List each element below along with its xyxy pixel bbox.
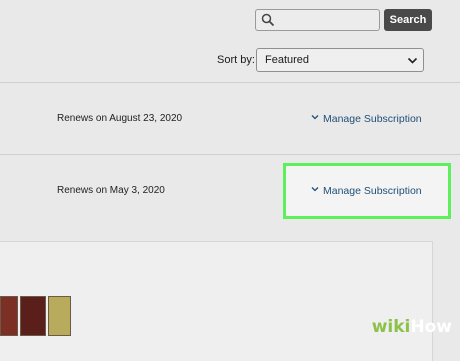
manage-subscription-label: Manage Subscription	[323, 185, 422, 197]
manage-subscription-link[interactable]: Manage Subscription	[311, 113, 422, 125]
chevron-down-icon	[407, 57, 418, 64]
search-icon	[261, 13, 275, 27]
sort-selected-value: Featured	[265, 54, 310, 66]
book-cover-icon[interactable]	[0, 296, 18, 336]
search-box[interactable]	[255, 9, 380, 31]
subscription-renewal-date: Renews on May 3, 2020	[57, 185, 165, 196]
book-cover-icon[interactable]	[20, 296, 46, 336]
wikihow-watermark: wikiHow	[371, 317, 452, 337]
search-input[interactable]	[278, 12, 380, 30]
manage-subscription-label: Manage Subscription	[323, 113, 422, 125]
chevron-down-icon	[311, 187, 319, 192]
divider	[0, 82, 460, 83]
manage-subscription-link[interactable]: Manage Subscription	[311, 185, 422, 197]
chevron-down-icon	[311, 115, 319, 120]
sort-label: Sort by:	[217, 54, 255, 66]
divider	[0, 154, 460, 155]
search-button[interactable]: Search	[384, 9, 432, 31]
subscription-renewal-date: Renews on August 23, 2020	[57, 113, 183, 124]
sort-dropdown[interactable]: Featured	[256, 48, 424, 72]
book-cover-icon[interactable]	[48, 296, 71, 336]
